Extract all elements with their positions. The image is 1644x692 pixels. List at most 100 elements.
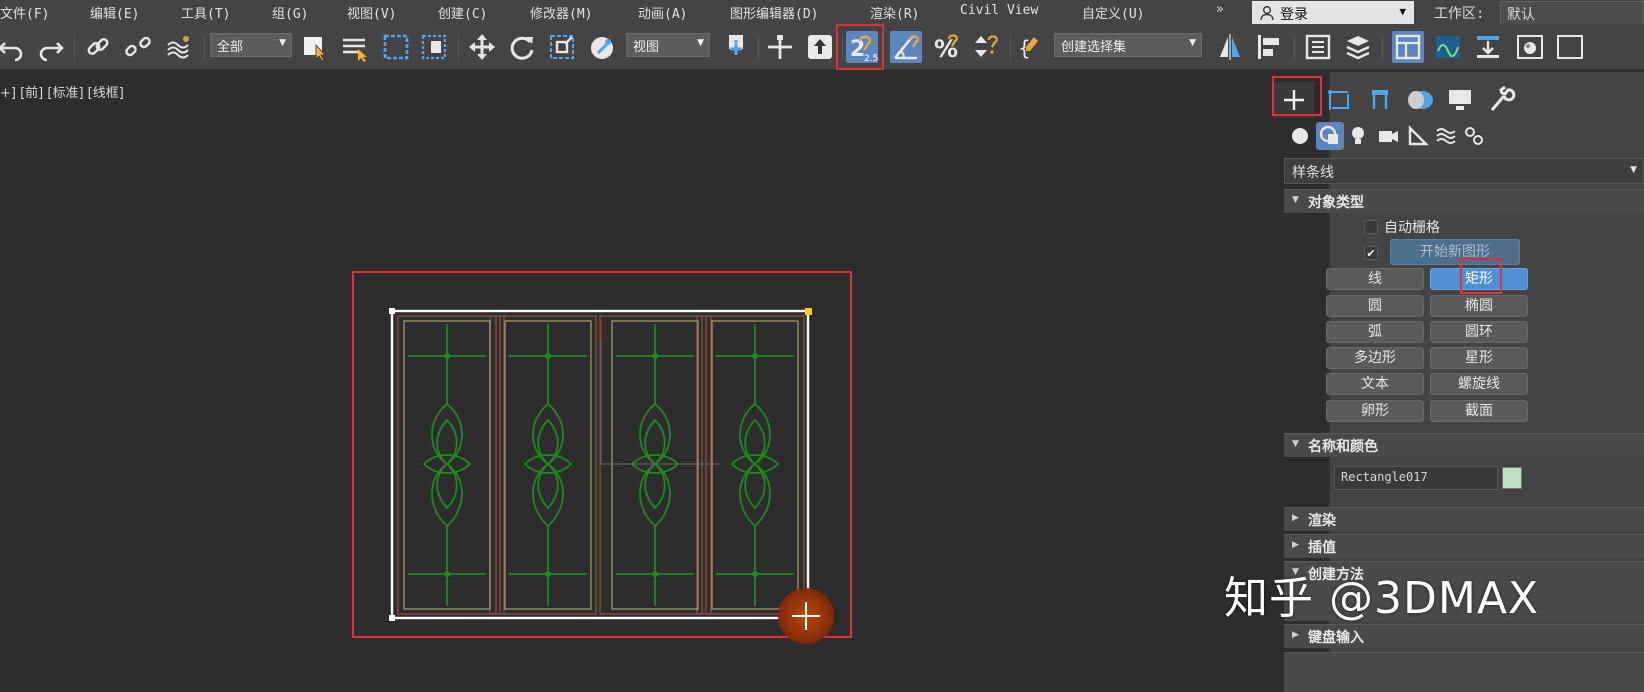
menu-overflow-icon[interactable]: » (1216, 2, 1224, 17)
align-icon[interactable] (1252, 31, 1284, 63)
menu-civil-view[interactable]: Civil View (960, 3, 1038, 18)
viewport-label[interactable]: +] [前] [标准] [线框] (0, 82, 124, 101)
mirror-icon[interactable] (1214, 31, 1246, 63)
reference-coordinate-dropdown[interactable]: 视图 ▼ (626, 33, 710, 57)
menu-tools[interactable]: 工具(T) (181, 3, 230, 22)
menu-bar: 文件(F) 编辑(E) 工具(T) 组(G) 视图(V) 创建(C) 修改器(M… (0, 0, 1644, 25)
undo-icon[interactable] (0, 31, 28, 63)
schematic-view-icon[interactable] (1472, 31, 1504, 63)
object-name-input[interactable]: Rectangle017 (1334, 466, 1498, 490)
keyboard-shortcut-override-icon[interactable] (804, 31, 836, 63)
geometry-category-icon[interactable] (1286, 122, 1314, 150)
systems-category-icon[interactable] (1460, 122, 1488, 150)
place-icon[interactable] (586, 31, 618, 63)
shape-button-star[interactable]: 星形 (1430, 347, 1528, 369)
bind-space-warp-icon[interactable] (162, 31, 194, 63)
select-manipulate-icon[interactable] (764, 31, 796, 63)
user-icon (1260, 6, 1274, 21)
pivot-center-icon[interactable] (722, 31, 754, 63)
shape-button-section[interactable]: 截面 (1430, 400, 1528, 422)
menu-file[interactable]: 文件(F) (0, 3, 49, 22)
dropdown-arrow-icon: ▼ (697, 38, 704, 48)
redo-icon[interactable] (34, 31, 66, 63)
rollout-object-type-header[interactable]: ▼ 对象类型 (1284, 189, 1644, 213)
shape-subtype-dropdown[interactable]: 样条线 ▼ (1284, 158, 1644, 184)
tab-utilities[interactable] (1480, 82, 1520, 118)
svg-text:%: % (934, 35, 958, 63)
create-tab-highlight (1272, 76, 1322, 116)
scene-explorer-icon[interactable] (1302, 31, 1334, 63)
rollout-keyboard-entry-title: 键盘输入 (1308, 630, 1364, 646)
snap-toggle-highlight (836, 24, 884, 70)
tab-modify[interactable] (1320, 82, 1360, 118)
rollout-name-color-header[interactable]: ▼ 名称和颜色 (1284, 433, 1644, 457)
start-new-shape-checkbox[interactable]: ✔ (1364, 246, 1378, 260)
selection-filter-dropdown[interactable]: 全部 ▼ (210, 33, 292, 57)
curve-editor-icon[interactable] (1432, 31, 1464, 63)
render-setup-icon[interactable] (1554, 31, 1586, 63)
menu-create[interactable]: 创建(C) (438, 3, 487, 22)
cameras-category-icon[interactable] (1374, 122, 1402, 150)
shape-button-egg[interactable]: 卵形 (1326, 400, 1424, 422)
spinner-snap-icon[interactable] (970, 31, 1002, 63)
window-crossing-icon[interactable] (418, 31, 450, 63)
watermark-text: 知乎 @3DMAX (1224, 573, 1540, 624)
menu-animation[interactable]: 动画(A) (638, 3, 687, 22)
dropdown-arrow-icon: ▼ (279, 38, 286, 48)
space-warps-category-icon[interactable] (1432, 122, 1460, 150)
menu-group[interactable]: 组(G) (272, 3, 308, 22)
3dsmax-window: 文件(F) 编辑(E) 工具(T) 组(G) 视图(V) 创建(C) 修改器(M… (0, 0, 1644, 692)
link-icon[interactable] (82, 31, 114, 63)
expand-arrow-icon: ▶ (1292, 513, 1299, 523)
unlink-icon[interactable] (122, 31, 154, 63)
move-icon[interactable] (466, 31, 498, 63)
tab-motion[interactable] (1400, 82, 1440, 118)
login-dropdown[interactable]: 登录 ▼ (1252, 1, 1414, 25)
lights-category-icon[interactable] (1344, 122, 1372, 150)
layer-explorer-icon[interactable] (1342, 31, 1374, 63)
helpers-category-icon[interactable] (1404, 122, 1432, 150)
material-editor-icon[interactable] (1514, 31, 1546, 63)
rollout-rendering-header[interactable]: ▶ 渲染 (1284, 507, 1644, 531)
menu-customize[interactable]: 自定义(U) (1082, 3, 1144, 22)
select-object-icon[interactable] (298, 31, 330, 63)
shape-button-line[interactable]: 线 (1326, 268, 1424, 290)
angle-snap-icon[interactable] (890, 31, 922, 63)
rollout-keyboard-entry-header[interactable]: ▶ 键盘输入 (1284, 624, 1644, 648)
shape-button-helix[interactable]: 螺旋线 (1430, 373, 1528, 395)
shape-button-circle[interactable]: 圆 (1326, 295, 1424, 317)
shape-button-text[interactable]: 文本 (1326, 373, 1424, 395)
select-by-name-icon[interactable] (338, 31, 370, 63)
rollout-interpolation-header[interactable]: ▶ 插值 (1284, 534, 1644, 558)
collapse-arrow-icon: ▼ (1292, 195, 1299, 205)
menu-edit[interactable]: 编辑(E) (90, 3, 139, 22)
percent-snap-icon[interactable]: % (930, 31, 962, 63)
menu-modifiers[interactable]: 修改器(M) (530, 3, 592, 22)
menu-rendering[interactable]: 渲染(R) (870, 3, 919, 22)
toggle-ribbon-icon[interactable] (1392, 31, 1424, 63)
tab-display[interactable] (1440, 82, 1480, 118)
menu-graph-editors[interactable]: 图形编辑器(D) (730, 3, 818, 22)
workspace-label: 工作区: (1434, 6, 1485, 22)
workspace-dropdown[interactable]: 默认 (1500, 1, 1644, 25)
dropdown-arrow-icon: ▼ (1399, 5, 1406, 18)
edit-named-selection-icon[interactable]: { (1016, 31, 1048, 63)
shape-button-ellipse[interactable]: 椭圆 (1430, 295, 1528, 317)
scale-icon[interactable] (546, 31, 578, 63)
window-frame-drawing[interactable] (380, 300, 820, 636)
shape-button-ngon[interactable]: 多边形 (1326, 347, 1424, 369)
rollout-interpolation-title: 插值 (1308, 540, 1336, 556)
object-color-swatch[interactable] (1502, 467, 1522, 489)
rotate-icon[interactable] (506, 31, 538, 63)
named-selection-dropdown[interactable]: 创建选择集 ▼ (1054, 33, 1202, 57)
shape-button-donut[interactable]: 圆环 (1430, 321, 1528, 343)
rectangle-button-highlight (1460, 258, 1502, 294)
shape-button-arc[interactable]: 弧 (1326, 321, 1424, 343)
shapes-category-icon[interactable] (1316, 122, 1344, 150)
auto-grid-checkbox[interactable] (1364, 220, 1378, 234)
tab-hierarchy[interactable] (1360, 82, 1400, 118)
dropdown-arrow-icon: ▼ (1189, 38, 1196, 48)
expand-arrow-icon: ▶ (1292, 540, 1299, 550)
rectangular-selection-icon[interactable] (380, 31, 412, 63)
menu-views[interactable]: 视图(V) (347, 3, 396, 22)
